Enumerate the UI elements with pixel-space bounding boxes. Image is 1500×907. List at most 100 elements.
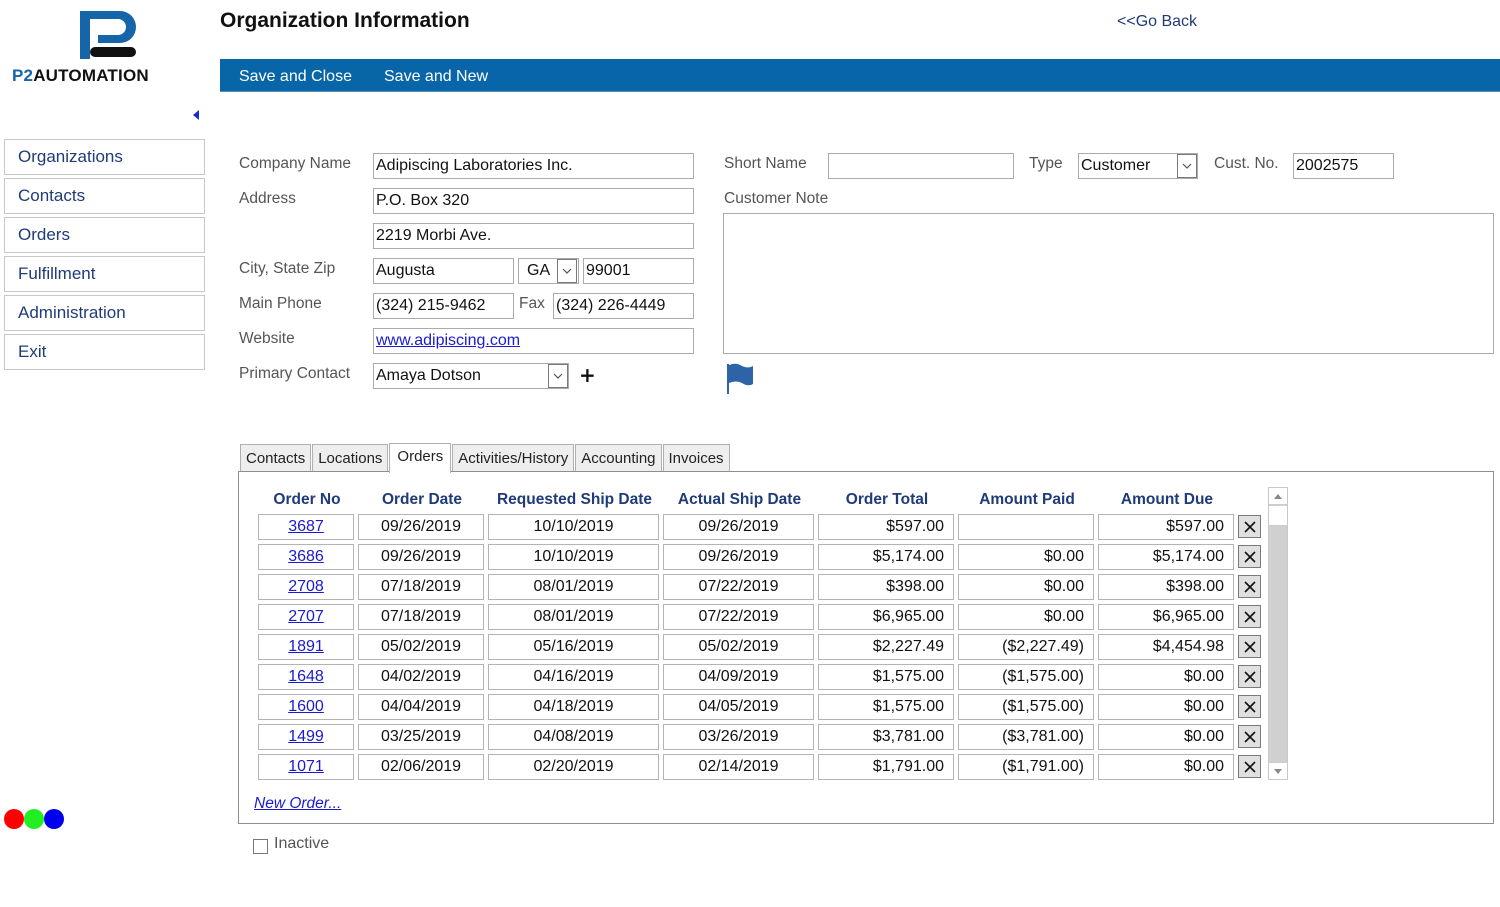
type-dropdown-button[interactable] — [1177, 154, 1197, 178]
orders-tab-panel: Order No Order Date Requested Ship Date … — [238, 471, 1494, 824]
tab-locations[interactable]: Locations — [312, 444, 389, 472]
customer-note-textarea[interactable] — [723, 213, 1494, 354]
website-input[interactable]: www.adipiscing.com — [373, 328, 694, 354]
order-total-cell: $6,965.00 — [818, 604, 954, 630]
company-name-label: Company Name — [239, 155, 351, 172]
sidebar-item-administration[interactable]: Administration — [4, 295, 205, 331]
logo-suffix: AUTOMATION — [33, 66, 149, 85]
status-dot-green — [24, 809, 44, 829]
logo-prefix: P2 — [12, 66, 34, 85]
actual-ship-date-cell: 03/26/2019 — [663, 724, 814, 750]
amount-due-cell: $0.00 — [1098, 664, 1234, 690]
city-input[interactable]: Augusta — [373, 258, 514, 284]
close-icon — [1243, 520, 1256, 533]
cust-no-input[interactable]: 2002575 — [1293, 153, 1394, 179]
save-and-close-button[interactable]: Save and Close — [239, 59, 352, 92]
address-line1-input[interactable]: P.O. Box 320 — [373, 188, 694, 214]
amount-due-cell: $5,174.00 — [1098, 544, 1234, 570]
delete-order-button[interactable] — [1238, 605, 1261, 628]
actual-ship-date-cell: 05/02/2019 — [663, 634, 814, 660]
short-name-input[interactable] — [828, 153, 1014, 179]
actual-ship-date-cell: 04/09/2019 — [663, 664, 814, 690]
tab-orders[interactable]: Orders — [389, 443, 452, 473]
tab-activities-history[interactable]: Activities/History — [452, 444, 575, 472]
tab-invoices[interactable]: Invoices — [662, 444, 730, 472]
address-line2-input[interactable]: 2219 Morbi Ave. — [373, 223, 694, 249]
amount-due-cell: $0.00 — [1098, 694, 1234, 720]
order-no-cell: 1071 — [258, 754, 354, 780]
sidebar-item-organizations[interactable]: Organizations — [4, 139, 205, 175]
orders-scrollbar[interactable] — [1268, 487, 1288, 780]
amount-paid-cell: ($1,791.00) — [958, 754, 1094, 780]
scroll-up-button[interactable] — [1269, 488, 1287, 505]
delete-order-button[interactable] — [1238, 545, 1261, 568]
actual-ship-date-cell: 07/22/2019 — [663, 604, 814, 630]
order-total-cell: $1,791.00 — [818, 754, 954, 780]
order-date-cell: 04/02/2019 — [358, 664, 484, 690]
requested-ship-date-cell: 08/01/2019 — [488, 574, 659, 600]
primary-contact-dropdown-button[interactable] — [548, 364, 568, 388]
order-no-link[interactable]: 3686 — [288, 548, 324, 565]
requested-ship-date-cell: 04/16/2019 — [488, 664, 659, 690]
company-logo-icon — [80, 11, 136, 59]
actual-ship-date-cell: 04/05/2019 — [663, 694, 814, 720]
tab-accounting[interactable]: Accounting — [575, 444, 662, 472]
close-icon — [1243, 730, 1256, 743]
sidebar-item-contacts[interactable]: Contacts — [4, 178, 205, 214]
new-order-link[interactable]: New Order... — [254, 795, 341, 813]
order-no-link[interactable]: 1600 — [288, 698, 324, 715]
scroll-thumb[interactable] — [1269, 506, 1287, 526]
requested-ship-date-cell: 02/20/2019 — [488, 754, 659, 780]
delete-order-button[interactable] — [1238, 755, 1261, 778]
order-no-link[interactable]: 1499 — [288, 728, 324, 745]
amount-due-cell: $597.00 — [1098, 514, 1234, 540]
amount-paid-cell: ($1,575.00) — [958, 694, 1094, 720]
order-no-link[interactable]: 1071 — [288, 758, 324, 775]
order-no-link[interactable]: 2708 — [288, 578, 324, 595]
type-label: Type — [1029, 155, 1063, 172]
primary-contact-select[interactable]: Amaya Dotson — [373, 363, 569, 389]
add-contact-button[interactable]: + — [579, 363, 596, 387]
order-no-link[interactable]: 3687 — [288, 518, 324, 535]
amount-due-cell: $6,965.00 — [1098, 604, 1234, 630]
city-state-zip-label: City, State Zip — [239, 260, 336, 277]
requested-ship-date-cell: 10/10/2019 — [488, 514, 659, 540]
arrow-down-icon — [1274, 768, 1282, 774]
order-total-cell: $5,174.00 — [818, 544, 954, 570]
amount-paid-cell: ($3,781.00) — [958, 724, 1094, 750]
delete-order-button[interactable] — [1238, 635, 1261, 658]
order-no-link[interactable]: 1648 — [288, 668, 324, 685]
sidebar-item-exit[interactable]: Exit — [4, 334, 205, 370]
go-back-link[interactable]: <<Go Back — [1117, 13, 1197, 31]
collapse-sidebar-icon[interactable] — [193, 110, 199, 120]
save-and-new-button[interactable]: Save and New — [384, 59, 488, 92]
delete-order-button[interactable] — [1238, 725, 1261, 748]
flag-icon[interactable] — [726, 362, 754, 394]
actual-ship-date-cell: 09/26/2019 — [663, 544, 814, 570]
fax-input[interactable]: (324) 226-4449 — [553, 293, 694, 319]
requested-ship-date-cell: 04/18/2019 — [488, 694, 659, 720]
delete-order-button[interactable] — [1238, 665, 1261, 688]
delete-order-button[interactable] — [1238, 695, 1261, 718]
main-phone-label: Main Phone — [239, 295, 322, 312]
scroll-down-button[interactable] — [1269, 762, 1287, 779]
zip-input[interactable]: 99001 — [583, 258, 694, 284]
main-phone-input[interactable]: (324) 215-9462 — [373, 293, 514, 319]
amount-paid-cell: ($2,227.49) — [958, 634, 1094, 660]
close-icon — [1243, 700, 1256, 713]
delete-order-button[interactable] — [1238, 575, 1261, 598]
order-no-link[interactable]: 1891 — [288, 638, 324, 655]
order-date-cell: 07/18/2019 — [358, 574, 484, 600]
order-total-cell: $3,781.00 — [818, 724, 954, 750]
tab-contacts[interactable]: Contacts — [240, 444, 312, 472]
column-header-amount-due: Amount Due — [1120, 491, 1214, 508]
state-dropdown-button[interactable] — [557, 259, 577, 283]
column-header-order-date: Order Date — [381, 491, 463, 508]
order-no-link[interactable]: 2707 — [288, 608, 324, 625]
inactive-checkbox[interactable] — [253, 839, 268, 854]
delete-order-button[interactable] — [1238, 515, 1261, 538]
sidebar-item-fulfillment[interactable]: Fulfillment — [4, 256, 205, 292]
close-icon — [1243, 610, 1256, 623]
sidebar-item-orders[interactable]: Orders — [4, 217, 205, 253]
company-name-input[interactable]: Adipiscing Laboratories Inc. — [373, 153, 694, 179]
